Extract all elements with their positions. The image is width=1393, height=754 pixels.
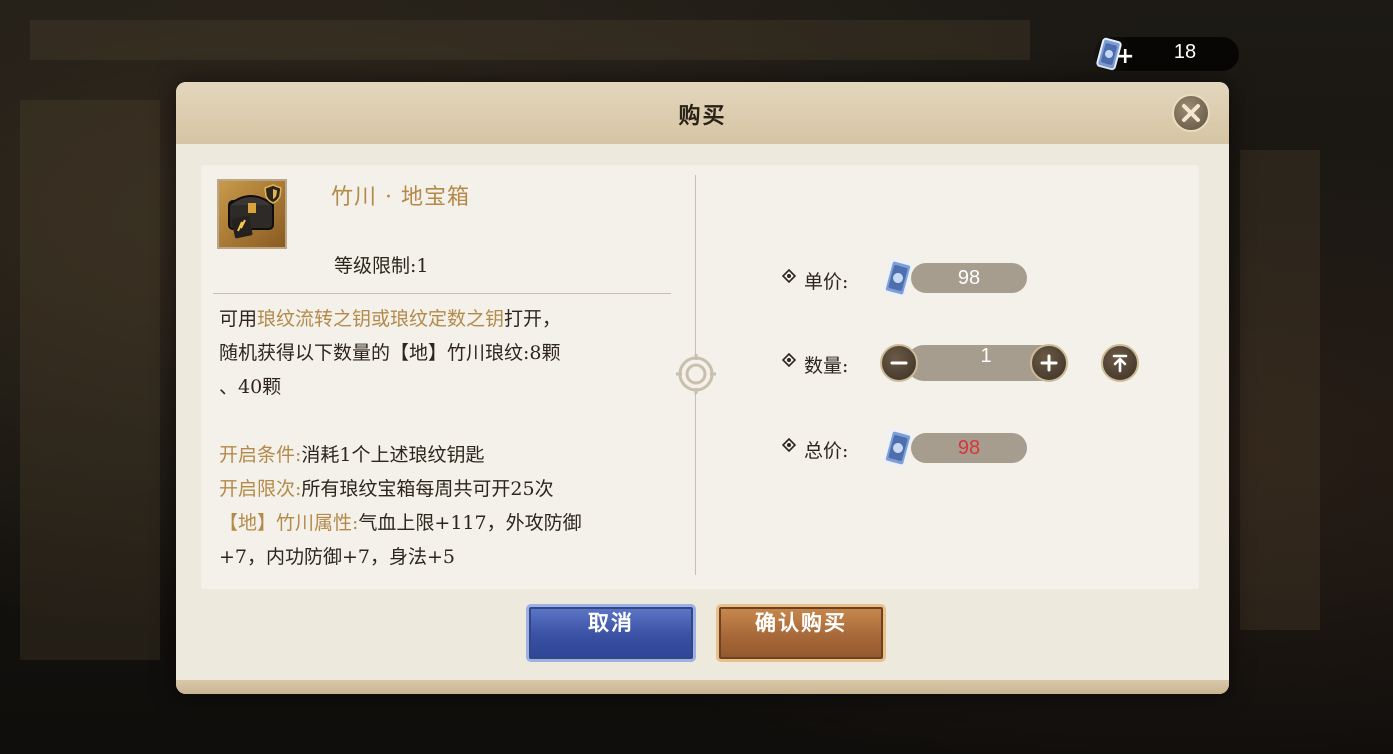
dialog-title: 购买 [678, 103, 727, 129]
treasure-chest-icon[interactable] [217, 179, 287, 249]
confirm-purchase-button[interactable]: 确认购买 [716, 604, 886, 662]
unit-price-field: 98 [911, 263, 1027, 293]
plus-icon[interactable]: + [1116, 46, 1134, 68]
attributes-label: 【地】竹川属性: [219, 512, 359, 534]
ornament-icon [676, 354, 716, 394]
attributes-value: 气血上限+117，外攻防御 [358, 512, 582, 534]
description-line: 、40颗 [219, 376, 282, 398]
ticket-icon [883, 259, 913, 297]
bullet-icon [782, 269, 796, 283]
item-description[interactable]: 可用琅纹流转之钥或琅纹定数之钥打开， 随机获得以下数量的【地】竹川琅纹:8颗 、… [219, 302, 659, 572]
background-top-bar [30, 20, 1030, 60]
close-icon [1182, 104, 1200, 122]
quantity-text: 数量: [804, 355, 849, 377]
minus-icon [890, 361, 908, 365]
item-name: 竹川 · 地宝箱 [331, 185, 470, 210]
currency-display[interactable]: + 18 [1094, 37, 1239, 71]
bullet-icon [782, 438, 796, 452]
key-name-highlight: 琅纹流转之钥或琅纹定数之钥 [257, 308, 505, 330]
total-price-text: 总价: [804, 440, 849, 462]
content-panel: 竹川 · 地宝箱 等级限制:1 可用琅纹流转之钥或琅纹定数之钥打开， 随机获得以… [201, 165, 1199, 589]
unit-price-text: 单价: [804, 271, 849, 293]
level-requirement: 等级限制:1 [334, 251, 429, 278]
background-panel-right [1240, 150, 1320, 630]
plus-icon [1040, 354, 1058, 372]
increase-button[interactable] [1030, 344, 1068, 382]
unit-price-value: 98 [957, 267, 981, 289]
description-line: 可用琅纹流转之钥或琅纹定数之钥打开， [219, 302, 659, 336]
open-condition-value: 消耗1个上述琅纹钥匙 [301, 444, 485, 466]
level-label: 等级限制: [334, 255, 417, 277]
item-attributes: 【地】竹川属性:气血上限+117，外攻防御 [219, 506, 659, 540]
open-condition: 开启条件:消耗1个上述琅纹钥匙 [219, 438, 659, 472]
description-text: 可用 [219, 308, 258, 330]
max-icon [1112, 354, 1128, 373]
ticket-icon [883, 429, 913, 467]
open-condition-label: 开启条件: [219, 444, 302, 466]
quantity-label: 数量: [782, 351, 849, 378]
purchase-dialog: 购买 竹川 · 地宝箱 等级限制:1 可用琅纹流转之钥或琅纹定数之钥打开， 随机… [176, 82, 1229, 694]
dialog-header: 购买 [176, 82, 1229, 144]
open-limit: 开启限次:所有琅纹宝箱每周共可开25次 [219, 472, 659, 506]
description-line: 随机获得以下数量的【地】竹川琅纹:8颗 [219, 342, 561, 364]
background-panel-left [20, 100, 160, 660]
description-text: 打开， [504, 308, 562, 330]
max-quantity-button[interactable] [1101, 344, 1139, 382]
unit-price-label: 单价: [782, 267, 849, 294]
cancel-button[interactable]: 取消 [526, 604, 696, 662]
currency-amount: 18 [1173, 41, 1197, 63]
item-attributes-cont: +7，内功防御+7，身法+5 [219, 546, 456, 568]
level-value: 1 [416, 255, 429, 277]
dialog-footer [176, 680, 1229, 694]
divider-line [213, 293, 671, 294]
total-price-label: 总价: [782, 436, 849, 463]
shield-icon [264, 184, 282, 204]
decrease-button[interactable] [880, 344, 918, 382]
total-price-field: 98 [911, 433, 1027, 463]
open-limit-value: 所有琅纹宝箱每周共可开25次 [301, 478, 554, 500]
total-price-value: 98 [957, 437, 981, 459]
bullet-icon [782, 353, 796, 367]
close-button[interactable] [1172, 94, 1210, 132]
open-limit-label: 开启限次: [219, 478, 302, 500]
